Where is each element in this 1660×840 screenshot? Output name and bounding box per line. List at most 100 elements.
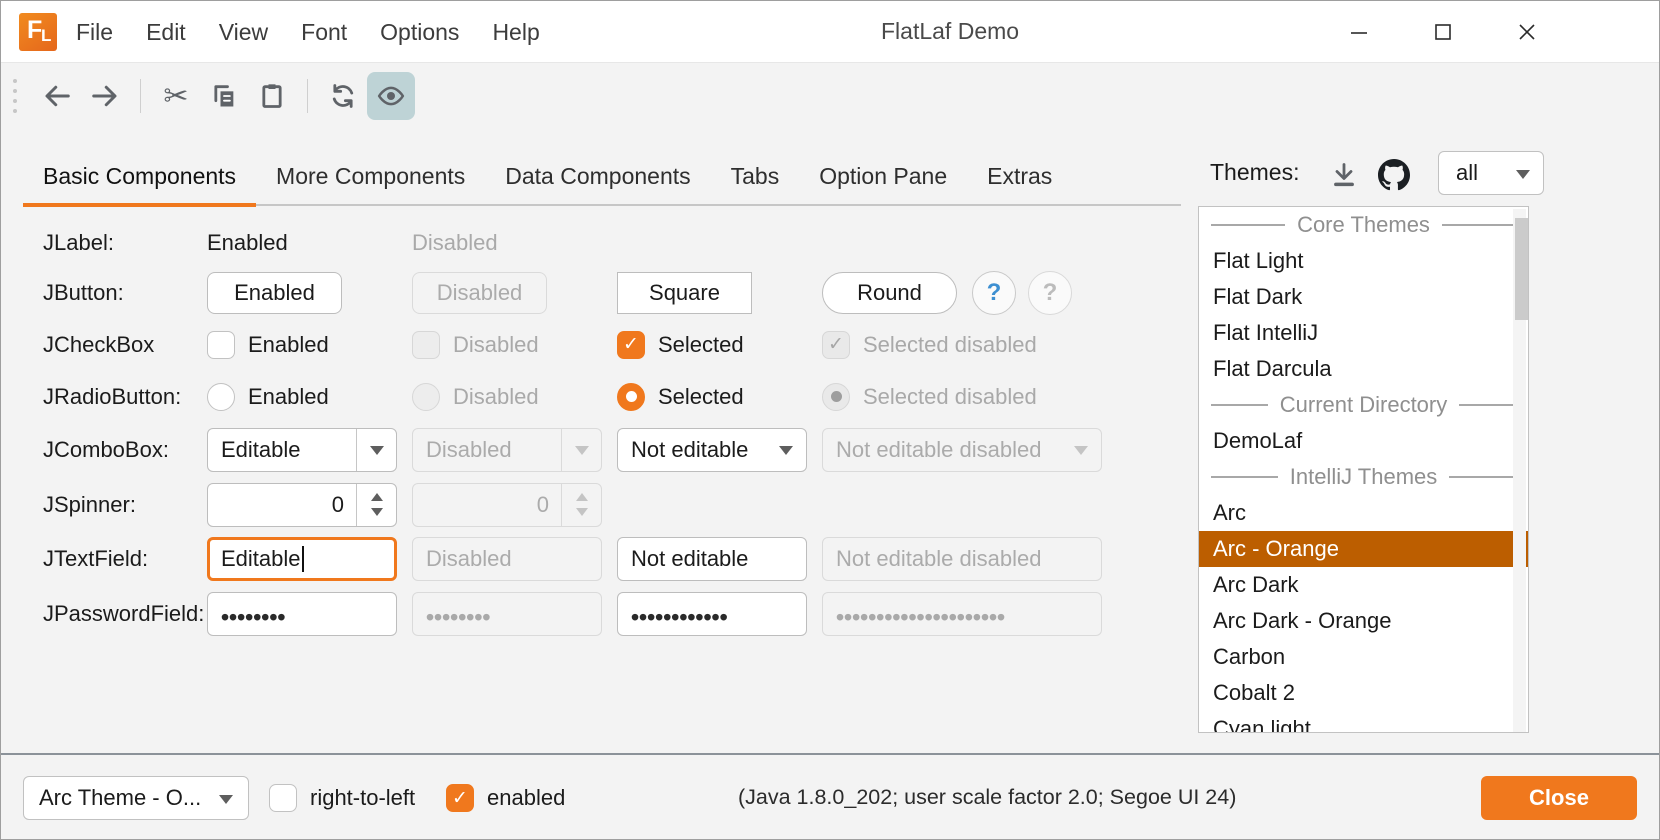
tab-extras[interactable]: Extras [967, 149, 1072, 204]
tab-more-components[interactable]: More Components [256, 149, 485, 204]
checkbox-selected[interactable]: ✓ [617, 331, 645, 359]
jpasswordfield-row-label: JPasswordField: [1, 601, 207, 627]
theme-group-separator: Core Themes [1199, 207, 1528, 243]
github-button[interactable] [1376, 157, 1412, 193]
checkbox-disabled [412, 331, 440, 359]
jcombobox-row-label: JComboBox: [1, 437, 207, 463]
theme-list-item[interactable]: Flat Light [1199, 243, 1528, 279]
scrollbar-thumb[interactable] [1515, 218, 1528, 320]
show-hover-toggle-button[interactable] [367, 72, 415, 120]
combobox-disabled-value: Disabled [426, 437, 512, 463]
theme-list-item[interactable]: Arc - Orange [1199, 531, 1528, 567]
enabled-checkbox[interactable]: ✓ [446, 784, 474, 812]
theme-list-item[interactable]: Carbon [1199, 639, 1528, 675]
theme-list-item[interactable]: Arc [1199, 495, 1528, 531]
forward-button[interactable] [81, 72, 129, 120]
spinner-buttons[interactable] [356, 484, 396, 526]
chevron-down-icon [219, 795, 233, 804]
close-window-button[interactable] [1510, 15, 1544, 49]
round-button[interactable]: Round [822, 272, 957, 314]
minimize-button[interactable] [1342, 15, 1376, 49]
jradiobutton-row-label: JRadioButton: [1, 384, 207, 410]
textfield-not-editable-disabled: Not editable disabled [822, 537, 1102, 581]
tab-option-pane[interactable]: Option Pane [799, 149, 967, 204]
spinner-enabled[interactable]: 0 [207, 483, 397, 527]
theme-filter-combobox[interactable]: all [1438, 151, 1544, 195]
tab-data-components[interactable]: Data Components [485, 149, 710, 204]
paste-button[interactable] [248, 72, 296, 120]
radio-selected[interactable] [617, 383, 645, 411]
maximize-button[interactable] [1426, 15, 1460, 49]
chevron-down-icon [370, 446, 384, 455]
cut-button[interactable]: ✂ [152, 72, 200, 120]
spinner-up-icon[interactable] [371, 493, 383, 501]
square-button[interactable]: Square [617, 272, 752, 314]
tab-basic-components[interactable]: Basic Components [23, 149, 256, 204]
jbutton-row-label: JButton: [1, 280, 207, 306]
jlabel-enabled: Enabled [207, 230, 288, 256]
combobox-editable[interactable]: Editable [207, 428, 397, 472]
logo-letter-l: L [41, 26, 51, 46]
theme-list-item[interactable]: DemoLaf [1199, 423, 1528, 459]
close-button[interactable]: Close [1481, 776, 1637, 820]
download-themes-button[interactable] [1326, 157, 1362, 193]
toolbar-separator [140, 79, 141, 113]
right-to-left-checkbox[interactable] [269, 784, 297, 812]
app-logo-icon: F L [19, 13, 57, 51]
radio-enabled[interactable] [207, 383, 235, 411]
download-icon [1330, 161, 1358, 189]
spinner-disabled: 0 [412, 483, 602, 527]
menu-edit[interactable]: Edit [146, 19, 186, 46]
textfield-not-editable[interactable]: Not editable [617, 537, 807, 581]
paste-icon [258, 82, 286, 110]
password-dots: •••••••• [426, 598, 490, 631]
theme-list-item[interactable]: Arc Dark - Orange [1199, 603, 1528, 639]
jspinner-row-label: JSpinner: [1, 492, 207, 518]
refresh-button[interactable] [319, 72, 367, 120]
tab-tabs[interactable]: Tabs [711, 149, 800, 204]
combobox-disabled: Disabled [412, 428, 602, 472]
themes-list[interactable]: Core ThemesFlat LightFlat DarkFlat Intel… [1198, 206, 1529, 733]
passwordfield-not-editable[interactable]: •••••••••••• [617, 592, 807, 636]
menu-font[interactable]: Font [301, 19, 347, 46]
theme-list-item[interactable]: Flat Dark [1199, 279, 1528, 315]
theme-filter-value: all [1456, 160, 1478, 186]
menu-view[interactable]: View [219, 19, 268, 46]
bottom-separator [1, 753, 1659, 755]
themes-list-items: Core ThemesFlat LightFlat DarkFlat Intel… [1199, 207, 1528, 733]
back-button[interactable] [33, 72, 81, 120]
disabled-button: Disabled [412, 272, 547, 314]
theme-list-item[interactable]: Flat IntelliJ [1199, 315, 1528, 351]
github-icon [1378, 159, 1410, 191]
copy-button[interactable] [200, 72, 248, 120]
spinner-down-icon[interactable] [371, 508, 383, 516]
radio-enabled-label: Enabled [248, 384, 329, 410]
theme-group-separator: Current Directory [1199, 387, 1528, 423]
textfield-editable[interactable]: Editable [207, 537, 397, 581]
minimize-icon [1346, 19, 1372, 45]
menu-help[interactable]: Help [492, 19, 539, 46]
combobox-not-editable[interactable]: Not editable [617, 428, 807, 472]
copy-icon [210, 82, 238, 110]
combobox-not-editable-value: Not editable [631, 437, 748, 463]
basic-components-panel: JLabel: Enabled Disabled JButton: Enable… [1, 219, 1181, 642]
combobox-arrow-button [561, 429, 601, 471]
combobox-arrow-button[interactable] [766, 429, 806, 471]
help-button[interactable]: ? [972, 271, 1016, 315]
toolbar-grip-handle[interactable] [13, 79, 17, 113]
checkbox-enabled[interactable] [207, 331, 235, 359]
enabled-button[interactable]: Enabled [207, 272, 342, 314]
menu-file[interactable]: File [76, 19, 113, 46]
theme-combobox[interactable]: Arc Theme - O... [23, 776, 249, 820]
theme-list-item[interactable]: Flat Darcula [1199, 351, 1528, 387]
passwordfield-enabled[interactable]: •••••••• [207, 592, 397, 636]
checkbox-selected-disabled: ✓ [822, 331, 850, 359]
jlabel-row-label: JLabel: [1, 230, 207, 256]
spinner-down-icon [576, 508, 588, 516]
combobox-not-editable-disabled-value: Not editable disabled [836, 437, 1041, 463]
theme-list-item[interactable]: Cobalt 2 [1199, 675, 1528, 711]
theme-list-item[interactable]: Arc Dark [1199, 567, 1528, 603]
theme-list-item[interactable]: Cyan light [1199, 711, 1528, 733]
menu-options[interactable]: Options [380, 19, 459, 46]
combobox-arrow-button[interactable] [356, 429, 396, 471]
